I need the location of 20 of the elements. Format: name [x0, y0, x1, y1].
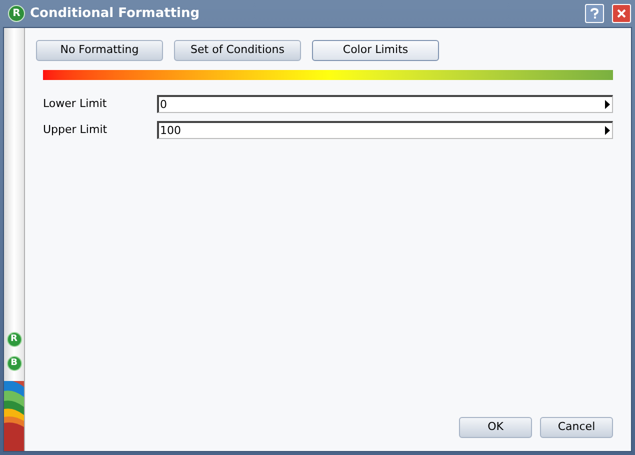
field-label: Lower Limit [43, 96, 108, 112]
close-button[interactable] [612, 4, 631, 23]
window-title: Conditional Formatting [30, 4, 201, 23]
field-label: Upper Limit [43, 122, 108, 138]
mode-tab[interactable]: No Formatting [36, 40, 163, 61]
help-button[interactable] [585, 4, 604, 23]
dialog-button[interactable]: Cancel [540, 417, 613, 438]
dialog-button[interactable]: OK [459, 417, 532, 438]
mode-tab[interactable]: Color Limits [312, 40, 439, 61]
letter-icon[interactable]: B [6, 356, 22, 371]
input-field[interactable]: 100 [157, 121, 613, 139]
mode-tab[interactable]: Set of Conditions [174, 40, 301, 61]
arrow-icon[interactable] [605, 100, 610, 109]
letter-icon[interactable]: R [6, 332, 22, 347]
help-icon [590, 8, 599, 19]
close-icon [617, 9, 626, 18]
arrow-icon[interactable] [605, 126, 610, 135]
waves-drawing [4, 381, 24, 451]
app-logo-icon: R [8, 5, 25, 22]
input-field[interactable]: 0 [157, 95, 613, 113]
